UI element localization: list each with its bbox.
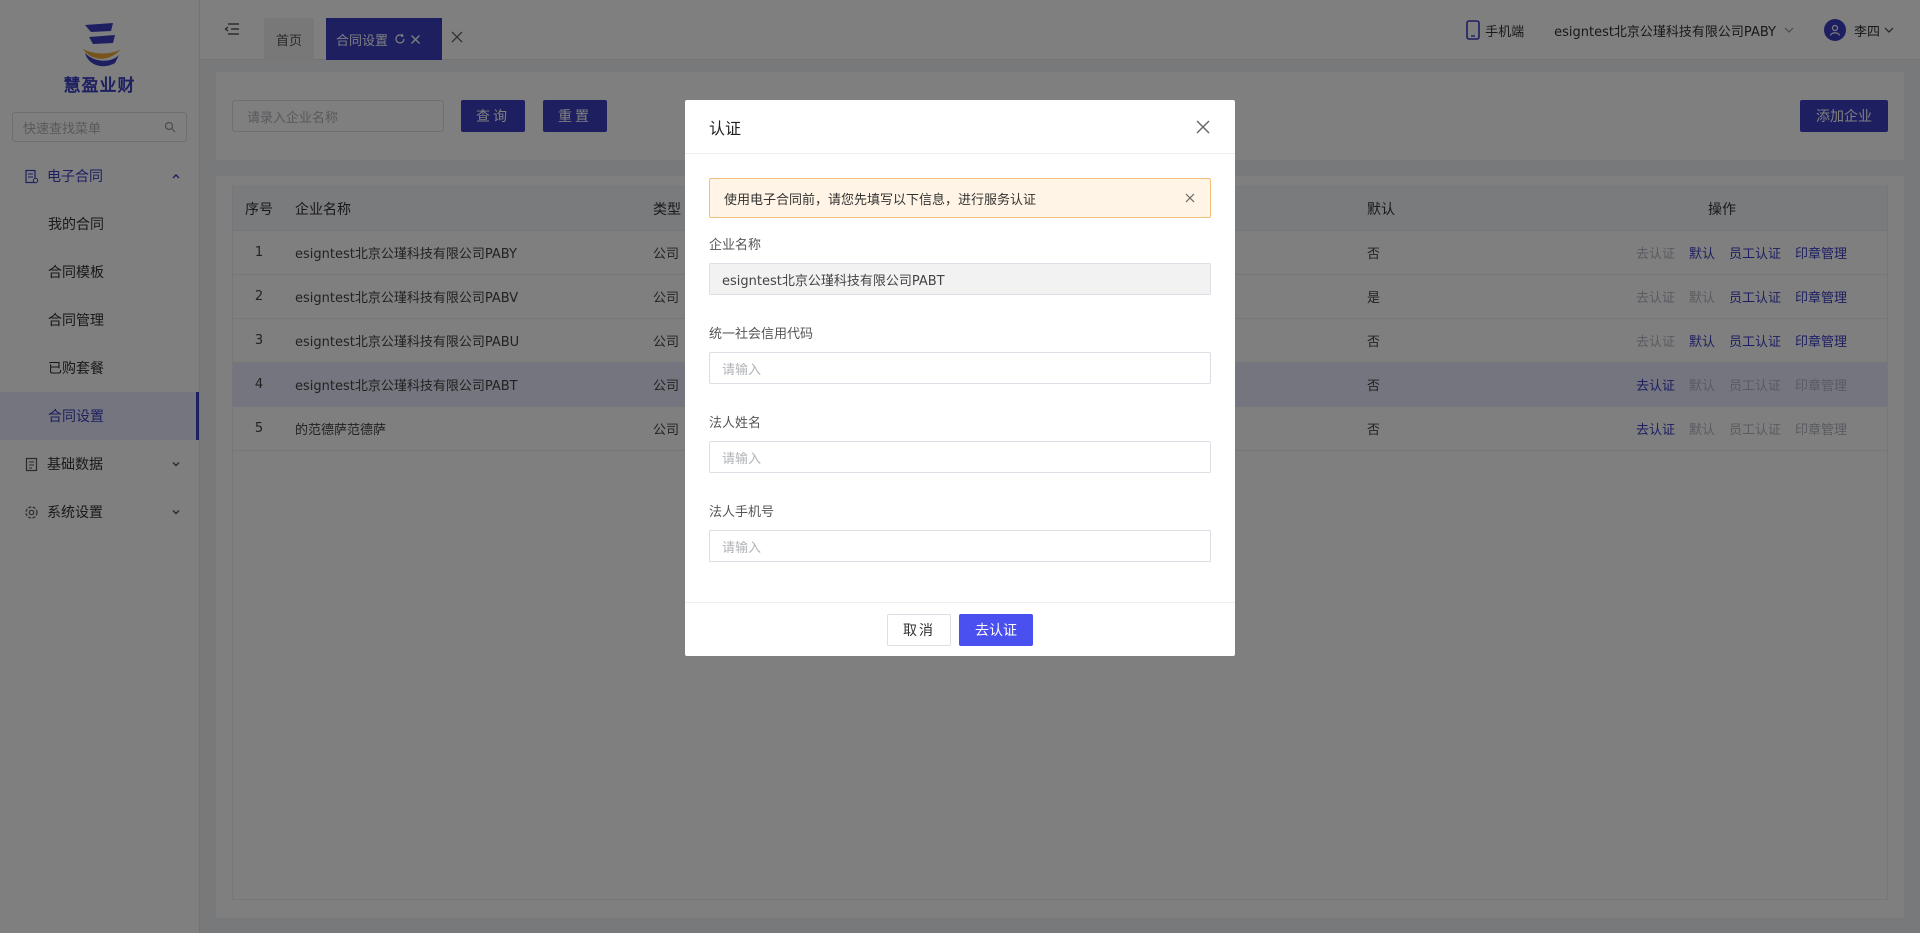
dialog-header: 认证 <box>685 100 1235 154</box>
dialog-footer: 取消 去认证 <box>685 602 1235 656</box>
close-icon[interactable] <box>1195 119 1211 135</box>
legal-name-input[interactable]: 请输入 <box>709 441 1211 473</box>
credit-code-input[interactable]: 请输入 <box>709 352 1211 384</box>
credit-code-label: 统一社会信用代码 <box>709 327 814 342</box>
warning-alert: 使用电子合同前，请您先填写以下信息，进行服务认证 <box>709 178 1211 218</box>
legal-phone-placeholder: 请输入 <box>722 540 762 556</box>
alert-text: 使用电子合同前，请您先填写以下信息，进行服务认证 <box>724 192 1037 208</box>
dialog-title: 认证 <box>709 118 742 138</box>
company-name-field: esigntest北京公瑾科技有限公司PABT <box>709 263 1211 295</box>
legal-phone-input[interactable]: 请输入 <box>709 530 1211 562</box>
company-name-label: 企业名称 <box>709 238 762 253</box>
legal-name-placeholder: 请输入 <box>722 451 762 467</box>
go-verify-button[interactable]: 去认证 <box>959 613 1033 646</box>
verification-dialog: 认证 使用电子合同前，请您先填写以下信息，进行服务认证 企业名称 esignte… <box>685 100 1235 656</box>
credit-code-placeholder: 请输入 <box>722 362 762 378</box>
legal-phone-label: 法人手机号 <box>709 505 775 520</box>
legal-name-label: 法人姓名 <box>709 416 762 431</box>
company-name-value: esigntest北京公瑾科技有限公司PABT <box>722 273 945 289</box>
alert-close-icon[interactable] <box>1184 192 1196 204</box>
cancel-button[interactable]: 取消 <box>887 613 951 646</box>
